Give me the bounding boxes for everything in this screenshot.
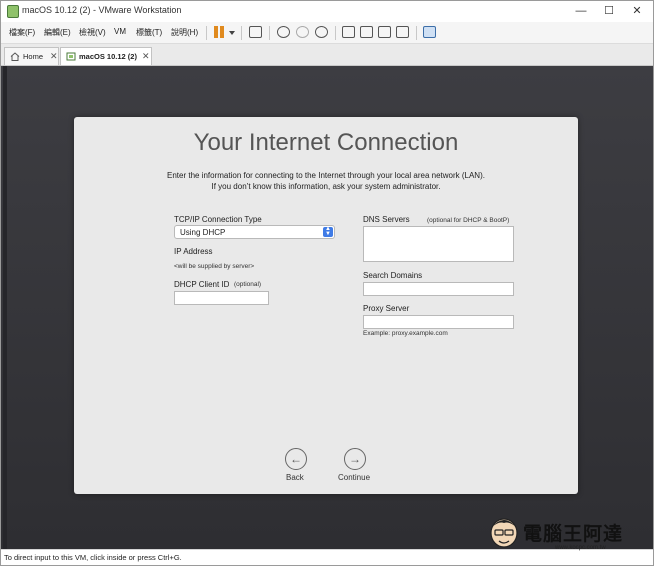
continue-button[interactable]: → [344, 448, 366, 470]
maximize-button[interactable]: ☐ [595, 1, 623, 22]
setup-assistant-panel: Your Internet Connection Enter the infor… [74, 117, 578, 494]
revert-snapshot-icon[interactable] [296, 26, 309, 38]
menu-vm[interactable]: VM [114, 27, 126, 36]
window-title: macOS 10.12 (2) - VMware Workstation [22, 5, 182, 15]
tab-bar: Home ✕ macOS 10.12 (2) ✕ [1, 44, 653, 66]
minimize-button[interactable]: — [567, 1, 595, 22]
tab-home-label: Home [23, 52, 44, 61]
back-arrow-icon: ← [290, 452, 302, 466]
menu-tabs[interactable]: 標籤(T) [136, 27, 162, 38]
proxy-server-input[interactable] [363, 315, 514, 329]
menu-toolbar: 檔案(F) 編輯(E) 檢視(V) VM 標籤(T) 說明(H) [1, 22, 653, 44]
vmware-app-icon [7, 5, 19, 18]
close-tab-icon[interactable]: ✕ [142, 51, 150, 62]
close-tab-icon[interactable]: ✕ [50, 51, 58, 62]
menu-help[interactable]: 說明(H) [171, 27, 198, 38]
dns-servers-input[interactable] [363, 226, 514, 262]
vm-edge [3, 66, 7, 549]
tcpip-type-value: Using DHCP [180, 228, 226, 237]
vm-display[interactable]: Your Internet Connection Enter the infor… [1, 66, 653, 549]
dns-optional-note: (optional for DHCP & BootP) [427, 217, 510, 224]
toolbar-separator [335, 26, 336, 40]
pause-icon[interactable] [213, 26, 227, 39]
ip-address-note: <will be supplied by server> [174, 263, 255, 270]
tab-vm-label: macOS 10.12 (2) [79, 52, 137, 61]
page-title: Your Internet Connection [193, 129, 459, 156]
vmware-window: macOS 10.12 (2) - VMware Workstation — ☐… [0, 0, 654, 566]
snapshot-icon[interactable] [277, 26, 290, 38]
tab-home[interactable]: Home ✕ [4, 47, 59, 65]
proxy-example-text: Example: proxy.example.com [363, 330, 448, 337]
menu-view[interactable]: 檢視(V) [79, 27, 106, 38]
search-domains-input[interactable] [363, 282, 514, 296]
continue-arrow-icon: → [349, 452, 361, 466]
title-bar: macOS 10.12 (2) - VMware Workstation — ☐… [1, 1, 653, 22]
toolbar-separator [241, 26, 242, 40]
thumbnail-bar-icon[interactable] [360, 26, 373, 38]
library-icon[interactable] [342, 26, 355, 38]
toolbar-separator [206, 26, 207, 40]
search-domains-label: Search Domains [363, 271, 423, 280]
dhcp-client-id-input[interactable] [174, 291, 269, 305]
ip-address-label: IP Address [174, 247, 213, 256]
watermark-logo: 電腦王阿達 www.kocpc.com.tw [489, 515, 649, 561]
page-subtitle: Enter the information for connecting to … [114, 170, 538, 192]
console-view-icon[interactable] [423, 26, 436, 38]
subtitle-line-1: Enter the information for connecting to … [167, 171, 485, 180]
dhcp-optional-note: (optional) [234, 281, 262, 288]
back-label[interactable]: Back [286, 473, 304, 482]
power-dropdown-icon[interactable] [229, 31, 235, 35]
proxy-server-label: Proxy Server [363, 304, 410, 313]
chevron-up-down-icon: ▲ ▼ [323, 226, 333, 237]
unity-icon[interactable] [396, 26, 409, 38]
tab-vm[interactable]: macOS 10.12 (2) ✕ [60, 47, 152, 65]
vm-icon [66, 52, 76, 61]
status-text: To direct input to this VM, click inside… [4, 553, 182, 562]
send-ctrl-alt-del-icon[interactable] [249, 26, 262, 38]
toolbar-separator [269, 26, 270, 40]
watermark-text: 電腦王阿達 [523, 524, 624, 545]
full-screen-icon[interactable] [378, 26, 391, 38]
close-button[interactable]: ✕ [623, 1, 651, 22]
snapshot-manager-icon[interactable] [315, 26, 328, 38]
tcpip-label: TCP/IP Connection Type [174, 215, 262, 224]
back-button[interactable]: ← [285, 448, 307, 470]
tcpip-type-select[interactable]: Using DHCP ▲ ▼ [174, 225, 335, 239]
continue-label[interactable]: Continue [338, 473, 370, 482]
subtitle-line-2: If you don’t know this information, ask … [211, 182, 441, 191]
toolbar-separator [416, 26, 417, 40]
dns-servers-label: DNS Servers [363, 215, 410, 224]
home-icon [10, 52, 20, 61]
mascot-face-icon [490, 518, 518, 548]
menu-file[interactable]: 檔案(F) [9, 27, 35, 38]
dhcp-client-id-label: DHCP Client ID [174, 280, 230, 289]
watermark-url: www.kocpc.com.tw [555, 545, 606, 551]
menu-edit[interactable]: 編輯(E) [44, 27, 71, 38]
